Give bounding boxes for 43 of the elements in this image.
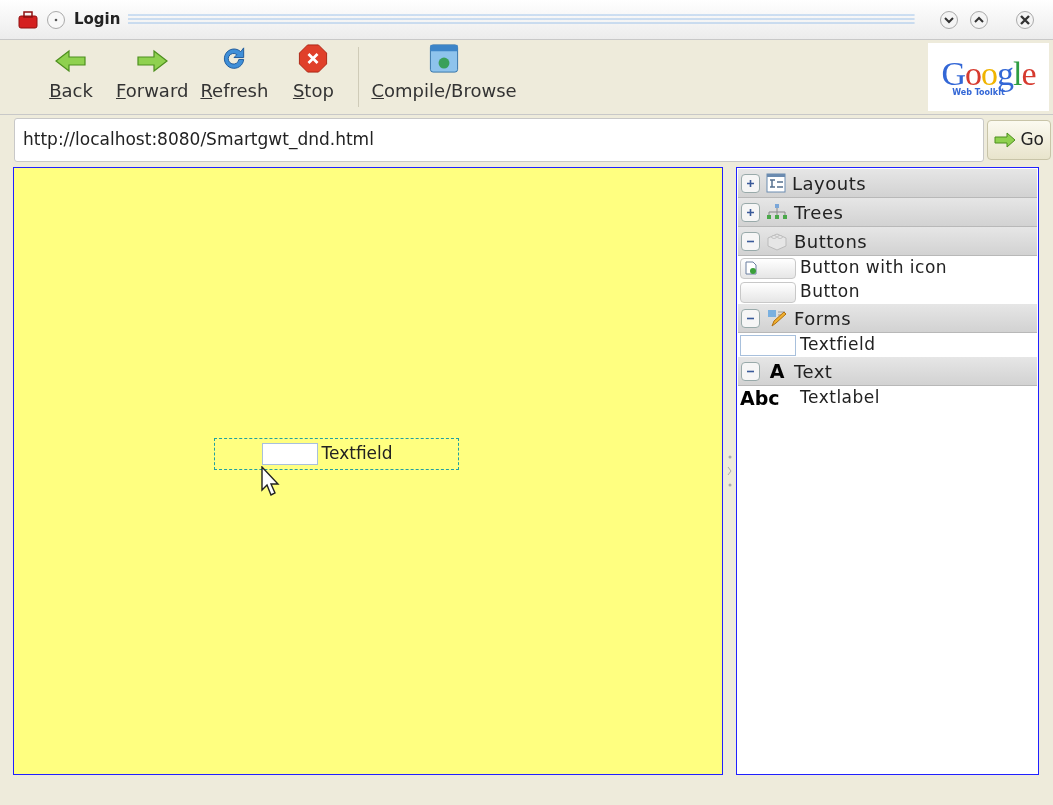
palette-section-header[interactable]: A Text <box>738 357 1037 386</box>
block-icon <box>766 231 788 251</box>
textfield-preview <box>261 443 318 465</box>
minimize-button[interactable] <box>939 9 959 30</box>
left-arrow-icon <box>54 49 88 73</box>
expand-icon[interactable] <box>741 202 760 222</box>
label-preview: Abc <box>740 388 781 408</box>
maximize-button[interactable] <box>969 9 989 30</box>
gwt-logo: Google Web Toolkit <box>928 43 1049 111</box>
palette-section-header[interactable]: Trees <box>738 198 1037 227</box>
tree-icon <box>766 203 788 221</box>
close-button[interactable] <box>1015 9 1035 30</box>
palette-item[interactable]: Textfield <box>800 332 876 358</box>
go-button[interactable]: Go <box>987 119 1051 160</box>
right-arrow-icon <box>994 131 1017 148</box>
palette-item[interactable]: Textlabel <box>800 385 880 411</box>
palette-section-header[interactable]: Forms <box>738 304 1037 333</box>
layout-icon <box>766 173 786 193</box>
document-add-icon <box>745 261 757 275</box>
splitter-handle-icon[interactable] <box>726 454 733 488</box>
expand-icon[interactable] <box>741 173 760 193</box>
toolbar-button[interactable]: Back <box>32 44 110 110</box>
right-arrow-icon <box>135 49 170 73</box>
letter-icon: A <box>766 361 788 381</box>
palette-section-header[interactable]: Buttons <box>738 227 1037 256</box>
toolbox-icon <box>18 10 38 29</box>
mouse-cursor-icon <box>260 466 281 498</box>
toolbar-button[interactable]: Stop <box>274 44 353 110</box>
dropped-textfield-widget[interactable]: Textfield <box>213 438 459 470</box>
toolbar-button[interactable]: Forward <box>110 44 195 110</box>
address-field[interactable]: http://localhost:8080/Smartgwt_dnd.html <box>14 117 985 162</box>
widget-label: Textfield <box>321 442 393 466</box>
window-title: Login <box>74 9 121 31</box>
palette-section-header[interactable]: Layouts <box>738 169 1037 198</box>
toolbar-button[interactable]: Compile/Browse <box>365 44 523 110</box>
toolbar-button[interactable]: Refresh <box>194 44 275 110</box>
button-preview <box>740 281 796 303</box>
textfield-preview <box>740 334 796 356</box>
browser-window-icon <box>428 44 460 73</box>
form-pencil-icon <box>766 308 788 328</box>
palette-item[interactable]: Button <box>800 279 860 305</box>
stop-icon <box>297 44 330 73</box>
palette-item[interactable]: Button with icon <box>800 255 948 281</box>
